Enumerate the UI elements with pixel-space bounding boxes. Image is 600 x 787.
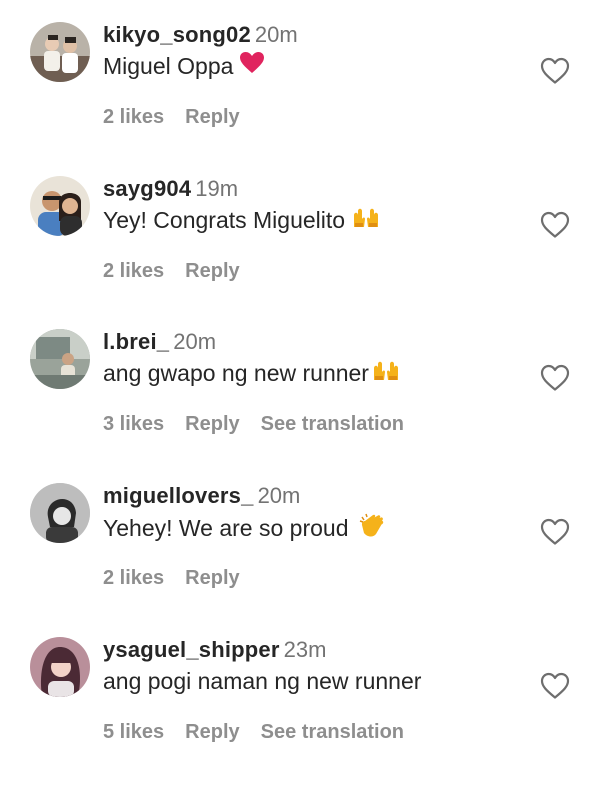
comment-text: Yey! Congrats Miguelito — [103, 207, 381, 239]
avatar[interactable] — [30, 483, 90, 543]
like-heart-icon[interactable] — [540, 57, 570, 85]
comment-text-content: ang gwapo ng new runner — [103, 360, 369, 387]
avatar[interactable] — [30, 22, 90, 82]
like-heart-icon[interactable] — [540, 364, 570, 392]
likes-count[interactable]: 2 likes — [103, 106, 164, 128]
comment-username[interactable]: ysaguel_shipper — [103, 637, 280, 662]
likes-count[interactable]: 5 likes — [103, 721, 164, 743]
comment-item: sayg904 19m Yey! Congrats Miguelito 2 lik… — [0, 176, 600, 326]
red-heart-emoji-icon — [239, 51, 265, 81]
comment-text: Miguel Oppa — [103, 51, 265, 85]
clapping-hands-emoji-icon — [359, 512, 385, 544]
comment-timestamp: 20m — [257, 483, 301, 508]
comment-list: kikyo_song02 20m Miguel Oppa 2 likes Reply — [0, 0, 600, 764]
comment-item: kikyo_song02 20m Miguel Oppa 2 likes Reply — [0, 22, 600, 172]
comment-text: Yehey! We are so proud — [103, 512, 385, 546]
comment-text-content: Yey! Congrats Miguelito — [103, 207, 346, 234]
comment-timestamp: 19m — [195, 176, 239, 201]
likes-count[interactable]: 2 likes — [103, 260, 164, 282]
comment-item: ysaguel_shipper 23m ang pogi naman ng new… — [0, 637, 600, 787]
like-heart-icon[interactable] — [540, 672, 570, 700]
raising-hands-emoji-icon — [371, 358, 401, 388]
reply-button[interactable]: Reply — [185, 413, 239, 435]
avatar[interactable] — [30, 329, 90, 389]
reply-button[interactable]: Reply — [185, 567, 239, 589]
comment-timestamp: 20m — [173, 329, 217, 354]
reply-button[interactable]: Reply — [185, 106, 239, 128]
comment-timestamp: 23m — [283, 637, 327, 662]
see-translation-link[interactable]: See translation — [261, 413, 404, 435]
comment-username[interactable]: sayg904 — [103, 176, 191, 201]
likes-count[interactable]: 3 likes — [103, 413, 164, 435]
comment-item: l.brei_ 20m ang gwapo ng new runner 3 lik… — [0, 329, 600, 479]
comment-username[interactable]: miguellovers_ — [103, 483, 254, 508]
like-heart-icon[interactable] — [540, 518, 570, 546]
reply-button[interactable]: Reply — [185, 721, 239, 743]
comment-text-content: Miguel Oppa — [103, 53, 234, 80]
comment-text-content: ang pogi naman ng new runner — [103, 668, 422, 694]
comment-text: ang gwapo ng new runner — [103, 360, 401, 392]
avatar[interactable] — [30, 637, 90, 697]
see-translation-link[interactable]: See translation — [261, 721, 404, 743]
comment-text-content: Yehey! We are so proud — [103, 515, 349, 542]
avatar[interactable] — [30, 176, 90, 236]
raising-hands-emoji-icon — [351, 205, 381, 235]
reply-button[interactable]: Reply — [185, 260, 239, 282]
comment-username[interactable]: kikyo_song02 — [103, 22, 251, 47]
comment-text: ang pogi naman ng new runner — [103, 668, 421, 700]
comment-item: miguellovers_ 20m Yehey! We are so proud … — [0, 483, 600, 633]
comment-timestamp: 20m — [254, 22, 298, 47]
like-heart-icon[interactable] — [540, 211, 570, 239]
likes-count[interactable]: 2 likes — [103, 567, 164, 589]
comment-username[interactable]: l.brei_ — [103, 329, 169, 354]
